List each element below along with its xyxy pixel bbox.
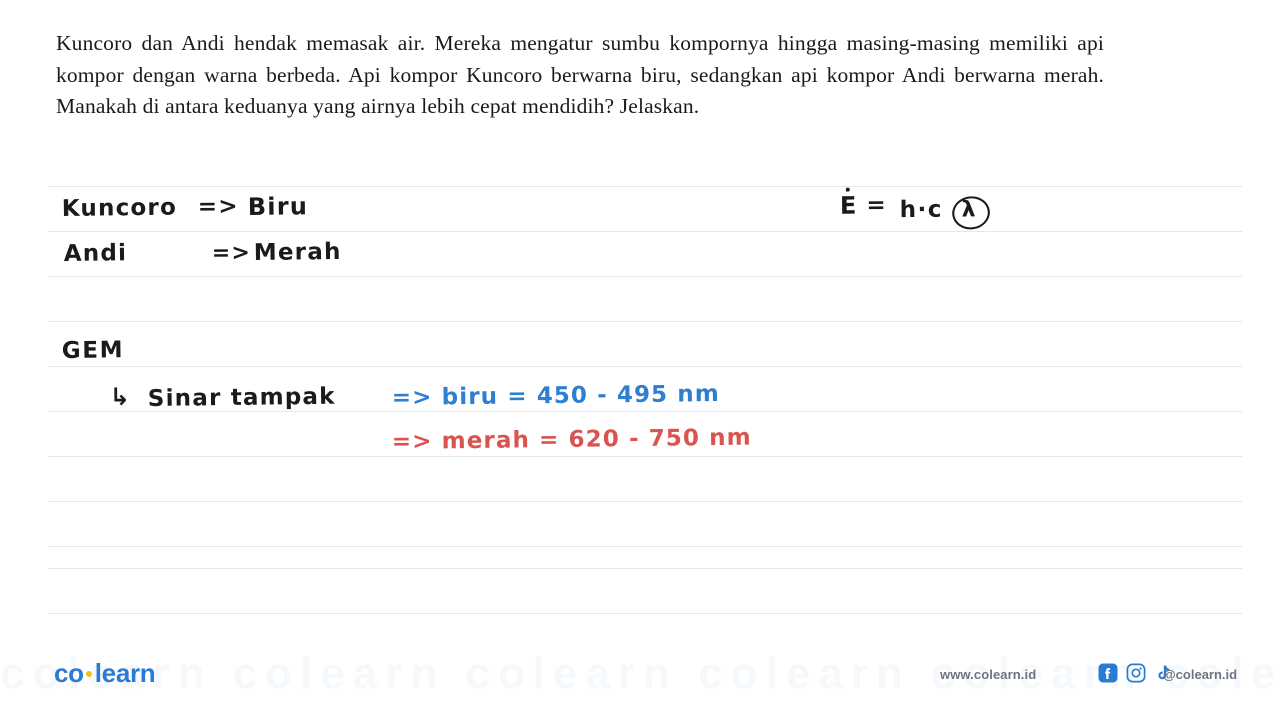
colearn-logo: co learn [54, 658, 156, 689]
formula-dot-accent [845, 187, 850, 192]
logo-dot-icon [85, 670, 92, 677]
logo-text-right: learn [94, 658, 156, 688]
worksheet-page: Kuncoro dan Andi hendak memasak air. Mer… [0, 0, 1280, 720]
formula-denominator-circled: λ [949, 194, 992, 232]
formula-numerator: h·c [899, 196, 944, 224]
annotation-red-wavelength: => merah = 620 - 750 nm [391, 424, 752, 455]
site-url-label: www.colearn.id [940, 667, 1037, 682]
annotation-andi-subject: Andi [63, 240, 128, 267]
annotation-kuncoro-subject: Kuncoro [61, 194, 178, 222]
annotation-arrow-icon: => [197, 193, 239, 220]
corner-arrow-icon: ↳ [109, 382, 132, 411]
logo-text-left: co [54, 658, 84, 688]
formula-equals-sign: = [866, 192, 886, 219]
annotation-energy-formula: E = h·c λ [839, 187, 992, 232]
instagram-icon[interactable] [1125, 662, 1146, 683]
annotation-blue-wavelength: => biru = 450 - 495 nm [391, 380, 721, 411]
annotation-andi-value: Merah [253, 238, 342, 266]
annotation-kuncoro-value: Biru [247, 192, 309, 221]
formula-energy-letter: E [839, 191, 857, 220]
annotation-gem-label: GEM [61, 337, 125, 364]
handwritten-answer-layer: Kuncoro => Biru Andi => Merah GEM ↳ Sina… [0, 0, 1280, 720]
social-handle-label: @colearn.id [1163, 667, 1238, 682]
page-footer: co learn www.colearn.id @colearn.id [0, 648, 1280, 720]
formula-energy-symbol: E [839, 187, 863, 220]
formula-fraction: h·c λ [896, 191, 992, 232]
annotation-arrow-icon: => [211, 240, 252, 266]
facebook-icon[interactable] [1097, 662, 1118, 683]
annotation-visible-light-label: Sinar tampak [147, 383, 336, 412]
